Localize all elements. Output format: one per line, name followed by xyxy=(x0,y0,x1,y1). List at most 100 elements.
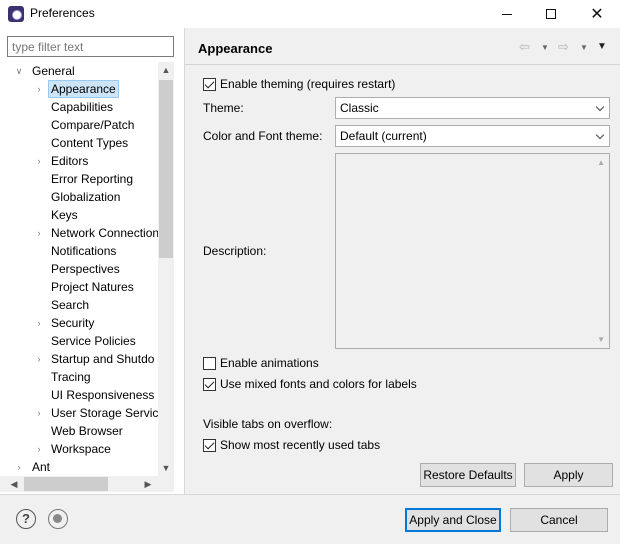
tree-item[interactable]: › Security xyxy=(0,314,158,332)
tree-item-label: UI Responsiveness M xyxy=(51,388,158,402)
show-mru-row[interactable]: Show most recently used tabs xyxy=(203,437,380,453)
tree-item-label: Project Natures xyxy=(51,280,134,294)
chevron-down-icon xyxy=(595,102,605,112)
maximize-button[interactable] xyxy=(528,0,574,28)
tree-vertical-scrollbar[interactable]: ▲ ▼ xyxy=(158,62,174,476)
apply-and-close-button[interactable]: Apply and Close xyxy=(405,508,501,532)
tree-item[interactable]: › Workspace xyxy=(0,440,158,458)
enable-theming-checkbox[interactable] xyxy=(203,77,216,91)
tree-item[interactable]: ∨ General xyxy=(0,62,158,80)
tree-item-label: Service Policies xyxy=(51,334,136,348)
chevron-right-icon[interactable]: › xyxy=(34,80,44,98)
chevron-right-icon[interactable]: › xyxy=(34,440,44,458)
chevron-down-icon[interactable]: ∨ xyxy=(14,62,24,80)
back-dropdown-icon[interactable]: ▼ xyxy=(541,43,549,52)
chevron-right-icon[interactable]: › xyxy=(34,350,44,368)
visible-tabs-label: Visible tabs on overflow: xyxy=(203,417,333,431)
tree-item-label: Search xyxy=(51,298,90,312)
enable-animations-row[interactable]: Enable animations xyxy=(203,355,319,371)
tree-item[interactable]: › Editors xyxy=(0,152,158,170)
filter-input[interactable] xyxy=(7,36,174,57)
tree-item-label: Ant xyxy=(32,460,51,474)
tree-item[interactable]: › Ant xyxy=(0,458,158,476)
theme-value: Classic xyxy=(340,101,379,115)
tree-item-label: Notifications xyxy=(51,244,117,258)
appearance-page: Appearance ⇦ ▼ ⇨ ▼ ▼ Enable theming (req… xyxy=(185,28,620,494)
scroll-thumb[interactable] xyxy=(159,80,173,258)
tree-item[interactable]: UI Responsiveness M xyxy=(0,386,158,404)
tree-item-label: Content Types xyxy=(51,136,129,150)
view-menu-icon[interactable]: ▼ xyxy=(597,41,607,52)
scroll-left-arrow-icon[interactable]: ◀ xyxy=(6,476,22,492)
scroll-right-arrow-icon[interactable]: ▶ xyxy=(140,476,156,492)
enable-theming-row[interactable]: Enable theming (requires restart) xyxy=(203,76,395,92)
show-mru-label: Show most recently used tabs xyxy=(220,438,381,452)
minimize-button[interactable] xyxy=(484,0,530,28)
tree-item[interactable]: Search xyxy=(0,296,158,314)
horizontal-scroll-thumb[interactable] xyxy=(24,477,108,491)
tree-item[interactable]: › Network Connection xyxy=(0,224,159,242)
description-label: Description: xyxy=(203,244,267,258)
tree-item-label: Error Reporting xyxy=(51,172,134,186)
close-button[interactable]: ✕ xyxy=(574,0,620,28)
tree-item[interactable]: Compare/Patch xyxy=(0,116,158,134)
chevron-right-icon[interactable]: › xyxy=(34,224,44,242)
scroll-up-arrow-icon[interactable]: ▲ xyxy=(158,62,174,78)
apply-button[interactable]: Apply xyxy=(524,463,613,487)
tree-item[interactable]: Web Browser xyxy=(0,422,158,440)
cancel-button[interactable]: Cancel xyxy=(510,508,608,532)
tree-item-label: Tracing xyxy=(51,370,91,384)
tree-item[interactable]: Capabilities xyxy=(0,98,158,116)
scroll-down-arrow-icon[interactable]: ▼ xyxy=(158,460,174,476)
tree-item[interactable]: Service Policies xyxy=(0,332,158,350)
tree-item-label: Globalization xyxy=(51,190,121,204)
tree-item[interactable]: Error Reporting xyxy=(0,170,158,188)
chevron-right-icon[interactable]: › xyxy=(14,458,24,476)
tree-item-label: Web Browser xyxy=(51,424,123,438)
window-title: Preferences xyxy=(30,6,95,20)
forward-arrow-icon[interactable]: ⇨ xyxy=(558,39,569,55)
tree-item-label: User Storage Service xyxy=(51,406,158,420)
tree-item[interactable]: Project Natures xyxy=(0,278,158,296)
theme-select[interactable]: Classic xyxy=(335,97,610,119)
page-title: Appearance xyxy=(198,41,273,56)
close-icon: ✕ xyxy=(590,6,604,23)
tree-item-label: Compare/Patch xyxy=(51,118,135,132)
record-icon[interactable] xyxy=(48,509,68,529)
tree-item[interactable]: › User Storage Service xyxy=(0,404,159,422)
tree-item[interactable]: Tracing xyxy=(0,368,158,386)
dialog-footer: ? Apply and Close Cancel xyxy=(0,495,620,544)
chevron-right-icon[interactable]: › xyxy=(34,152,44,170)
tree-horizontal-scrollbar[interactable]: ◀ ▶ xyxy=(0,476,158,492)
tree-item[interactable]: Notifications xyxy=(0,242,158,260)
tree-item-label: Security xyxy=(51,316,95,330)
forward-dropdown-icon[interactable]: ▼ xyxy=(580,43,588,52)
tree-item[interactable]: › Appearance xyxy=(0,80,158,98)
show-mru-checkbox[interactable] xyxy=(203,438,216,452)
restore-defaults-button[interactable]: Restore Defaults xyxy=(420,463,516,487)
tree-item-label: Editors xyxy=(51,154,89,168)
title-separator xyxy=(185,64,620,65)
chevron-right-icon[interactable]: › xyxy=(34,314,44,332)
enable-theming-label: Enable theming (requires restart) xyxy=(220,77,396,91)
enable-animations-checkbox[interactable] xyxy=(203,356,216,370)
mixed-fonts-label: Use mixed fonts and colors for labels xyxy=(220,377,417,391)
scroll-down-arrow-icon[interactable]: ▼ xyxy=(597,335,605,344)
color-font-theme-select[interactable]: Default (current) xyxy=(335,125,610,147)
back-arrow-icon[interactable]: ⇦ xyxy=(519,39,530,55)
tree-item-label: Appearance xyxy=(48,80,119,98)
tree-item[interactable]: › Startup and Shutdo xyxy=(0,350,158,368)
tree-item[interactable]: Keys xyxy=(0,206,158,224)
tree-item[interactable]: Perspectives xyxy=(0,260,158,278)
tree-item-label: General xyxy=(32,64,75,78)
description-area[interactable]: ▲ ▼ xyxy=(335,153,610,349)
scrollbar-corner xyxy=(158,476,174,492)
chevron-right-icon[interactable]: › xyxy=(34,404,44,422)
scroll-up-arrow-icon[interactable]: ▲ xyxy=(597,158,605,167)
mixed-fonts-row[interactable]: Use mixed fonts and colors for labels xyxy=(203,376,417,392)
tree-item[interactable]: Content Types xyxy=(0,134,158,152)
tree-item[interactable]: Globalization xyxy=(0,188,158,206)
maximize-icon xyxy=(546,9,556,19)
help-icon[interactable]: ? xyxy=(16,509,36,529)
mixed-fonts-checkbox[interactable] xyxy=(203,377,216,391)
